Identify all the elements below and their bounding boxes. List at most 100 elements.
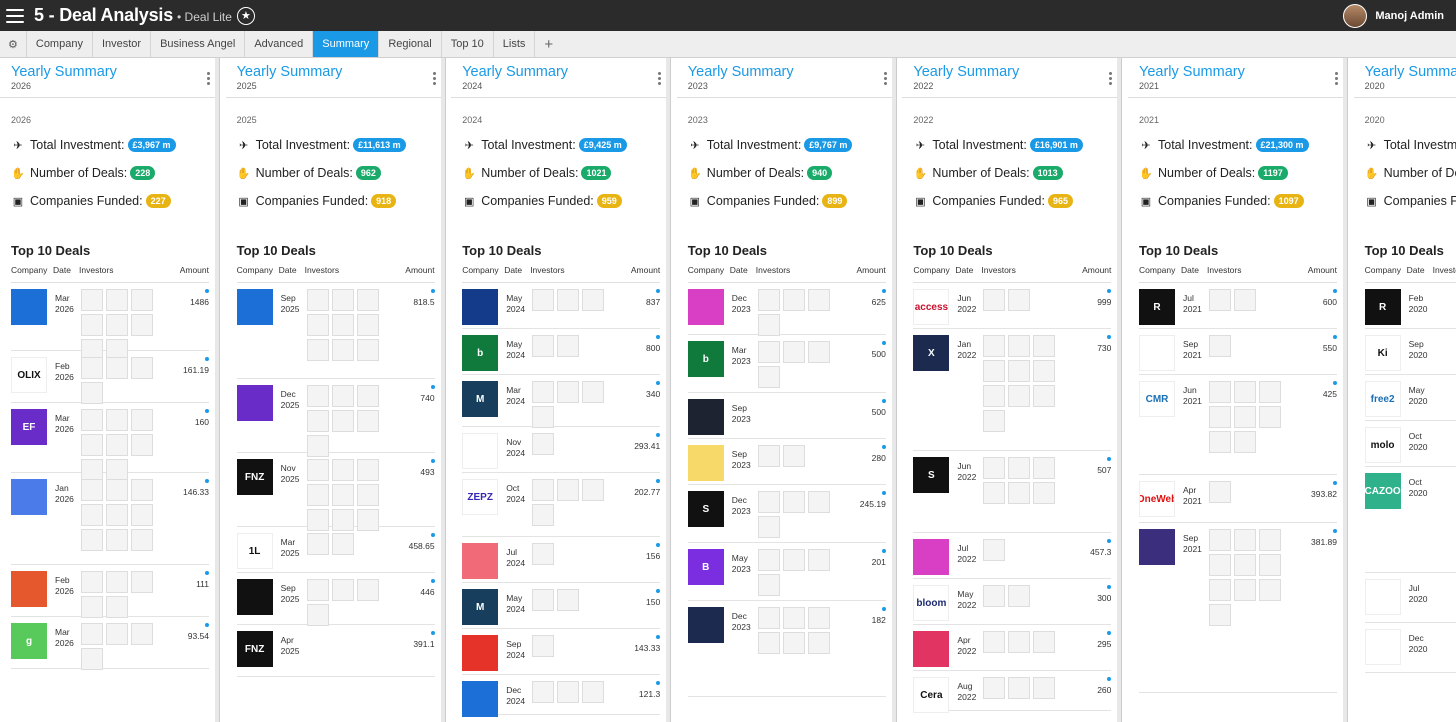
investor-logo[interactable] [557, 589, 580, 611]
info-dot-icon[interactable] [430, 289, 435, 293]
investor-logo[interactable] [983, 410, 1006, 432]
scrollbar[interactable] [215, 58, 219, 722]
company-logo[interactable]: bloom [913, 585, 950, 621]
investor-logo[interactable] [1234, 579, 1256, 601]
kebab-menu-icon[interactable] [432, 72, 437, 85]
investor-logo[interactable] [582, 289, 605, 311]
investor-logo[interactable] [983, 585, 1006, 607]
investor-logo[interactable] [356, 289, 379, 311]
table-row[interactable]: FNZ Apr 2025 391.1 [236, 625, 435, 677]
investor-logo[interactable] [81, 382, 103, 404]
info-dot-icon[interactable] [430, 533, 435, 537]
investor-logo[interactable] [1033, 677, 1056, 699]
company-logo[interactable]: g [11, 623, 47, 659]
investor-logo[interactable] [306, 314, 329, 336]
company-logo[interactable]: S [913, 457, 950, 493]
investor-logo[interactable] [782, 341, 805, 363]
investor-logo[interactable] [532, 335, 555, 357]
investor-logo[interactable] [306, 410, 329, 432]
panel-title[interactable]: Yearly Summary [1139, 64, 1337, 80]
info-dot-icon[interactable] [205, 571, 209, 575]
investor-logo[interactable] [1008, 457, 1031, 479]
investor-logo[interactable] [131, 479, 153, 501]
investor-logo[interactable] [306, 579, 329, 601]
table-row[interactable]: Feb 2026 111 [11, 565, 209, 618]
info-dot-icon[interactable] [205, 409, 209, 413]
company-logo[interactable]: OneWeb [1139, 481, 1175, 517]
investor-logo[interactable] [356, 339, 379, 361]
investor-logo[interactable] [306, 604, 329, 626]
investor-logo[interactable] [1033, 360, 1056, 382]
investor-logo[interactable] [1033, 335, 1056, 357]
table-row[interactable]: CAZOO Oct 2020 [1364, 467, 1456, 573]
panel-title[interactable]: Yearly Summary [11, 64, 209, 80]
table-row[interactable]: M May 2024 150 [462, 583, 661, 629]
investor-logo[interactable] [983, 457, 1006, 479]
investor-logo[interactable] [983, 631, 1006, 653]
panel-title[interactable]: Yearly Summary [913, 64, 1111, 80]
investor-logo[interactable] [807, 607, 830, 629]
investor-logo[interactable] [1234, 529, 1256, 551]
company-logo[interactable]: b [687, 341, 724, 377]
investor-logo[interactable] [582, 479, 605, 501]
info-dot-icon[interactable] [1333, 481, 1337, 485]
investor-logo[interactable] [782, 289, 805, 311]
investor-logo[interactable] [306, 484, 329, 506]
tab-investor[interactable]: Investor [93, 31, 152, 57]
investor-logo[interactable] [1209, 554, 1231, 576]
company-logo[interactable] [462, 681, 499, 717]
panel-title[interactable]: Yearly Summary [1365, 64, 1456, 80]
hamburger-menu-icon[interactable] [6, 8, 24, 23]
info-dot-icon[interactable] [1107, 631, 1112, 635]
company-logo[interactable] [687, 399, 724, 435]
investor-logo[interactable] [81, 623, 103, 645]
table-row[interactable]: Sep 2024 143.33 [462, 629, 661, 675]
info-dot-icon[interactable] [656, 289, 661, 293]
info-dot-icon[interactable] [1333, 335, 1337, 339]
investor-logo[interactable] [983, 539, 1006, 561]
company-logo[interactable]: X [913, 335, 950, 371]
investor-logo[interactable] [782, 607, 805, 629]
investor-logo[interactable] [1008, 482, 1031, 504]
company-logo[interactable]: Ki [1364, 335, 1401, 371]
investor-logo[interactable] [81, 289, 103, 311]
gear-icon[interactable]: ⚙ [0, 31, 27, 57]
table-row[interactable]: ZEPZ Oct 2024 202.77 [462, 473, 661, 537]
table-row[interactable]: 1L Mar 2025 458.65 [236, 527, 435, 573]
panel-title[interactable]: Yearly Summary [688, 64, 886, 80]
tab-lists[interactable]: Lists [494, 31, 536, 57]
investor-logo[interactable] [1209, 481, 1231, 503]
investor-logo[interactable] [782, 445, 805, 467]
investor-logo[interactable] [81, 434, 103, 456]
investor-logo[interactable] [807, 289, 830, 311]
investor-logo[interactable] [131, 504, 153, 526]
info-dot-icon[interactable] [656, 543, 661, 547]
table-row[interactable]: OneWeb Apr 2021 393.82 [1139, 475, 1337, 523]
panel-title[interactable]: Yearly Summary [462, 64, 660, 80]
table-row[interactable]: X Jan 2022 730 [913, 329, 1112, 451]
kebab-menu-icon[interactable] [1335, 72, 1339, 85]
tab-summary[interactable]: Summary [313, 31, 380, 57]
table-row[interactable]: S Dec 2023 245.19 [687, 485, 886, 543]
investor-logo[interactable] [106, 623, 128, 645]
table-row[interactable]: Sep 2021 550 [1139, 329, 1337, 375]
investor-logo[interactable] [757, 574, 780, 596]
info-dot-icon[interactable] [881, 549, 886, 553]
investor-logo[interactable] [131, 434, 153, 456]
info-dot-icon[interactable] [1107, 335, 1112, 339]
tab-top-10[interactable]: Top 10 [442, 31, 494, 57]
company-logo[interactable]: Cera [913, 677, 950, 713]
investor-logo[interactable] [1234, 381, 1256, 403]
investor-logo[interactable] [1234, 289, 1256, 311]
investor-logo[interactable] [757, 289, 780, 311]
investor-logo[interactable] [106, 596, 128, 618]
investor-logo[interactable] [81, 571, 103, 593]
table-row[interactable]: access Jun 2022 999 [913, 283, 1112, 329]
investor-logo[interactable] [1259, 554, 1281, 576]
investor-logo[interactable] [1008, 289, 1031, 311]
company-logo[interactable] [462, 543, 499, 579]
info-dot-icon[interactable] [205, 357, 209, 361]
table-row[interactable]: Sep 2021 381.89 [1139, 523, 1337, 693]
info-dot-icon[interactable] [1107, 539, 1112, 543]
investor-logo[interactable] [81, 504, 103, 526]
